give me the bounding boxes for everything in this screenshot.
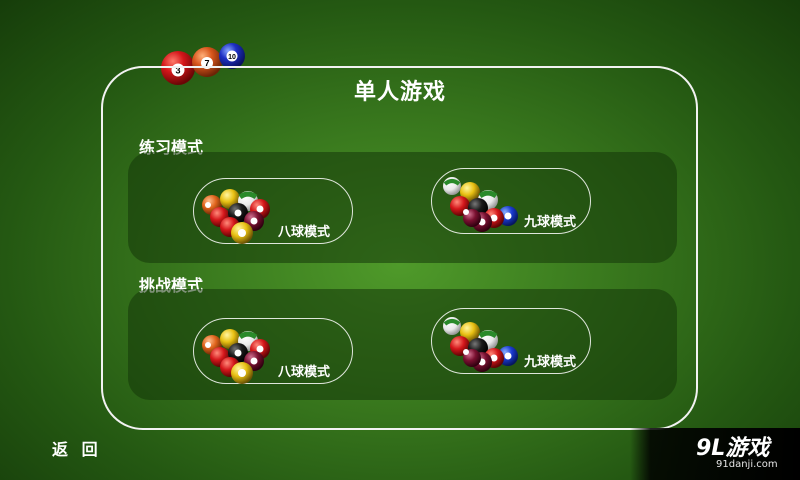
mode-label: 八球模式 — [278, 225, 331, 240]
practice-eight-ball-button[interactable]: 八球模式 — [193, 178, 353, 244]
nine-ball-rack-icon — [434, 172, 524, 234]
challenge-nine-ball-button[interactable]: 九球模式 — [431, 308, 591, 374]
challenge-eight-ball-button[interactable]: 八球模式 — [193, 318, 353, 384]
back-button[interactable]: 返 回 — [52, 436, 102, 460]
ball-10-number: 10 — [228, 54, 236, 61]
eight-ball-rack-icon — [196, 183, 281, 245]
logo-sub-text: 91danji.com — [716, 459, 778, 470]
logo-main-text: 9L游戏 — [696, 436, 770, 461]
eight-ball-rack-icon — [196, 323, 281, 385]
practice-nine-ball-button[interactable]: 九球模式 — [431, 168, 591, 234]
mode-label: 八球模式 — [278, 365, 331, 380]
watermark-logo: 9L游戏 91danji.com — [630, 428, 800, 480]
mode-label: 九球模式 — [524, 355, 577, 370]
mode-label: 九球模式 — [524, 215, 577, 230]
page-title: 单人游戏 — [353, 80, 446, 105]
nine-ball-rack-icon — [434, 312, 524, 374]
